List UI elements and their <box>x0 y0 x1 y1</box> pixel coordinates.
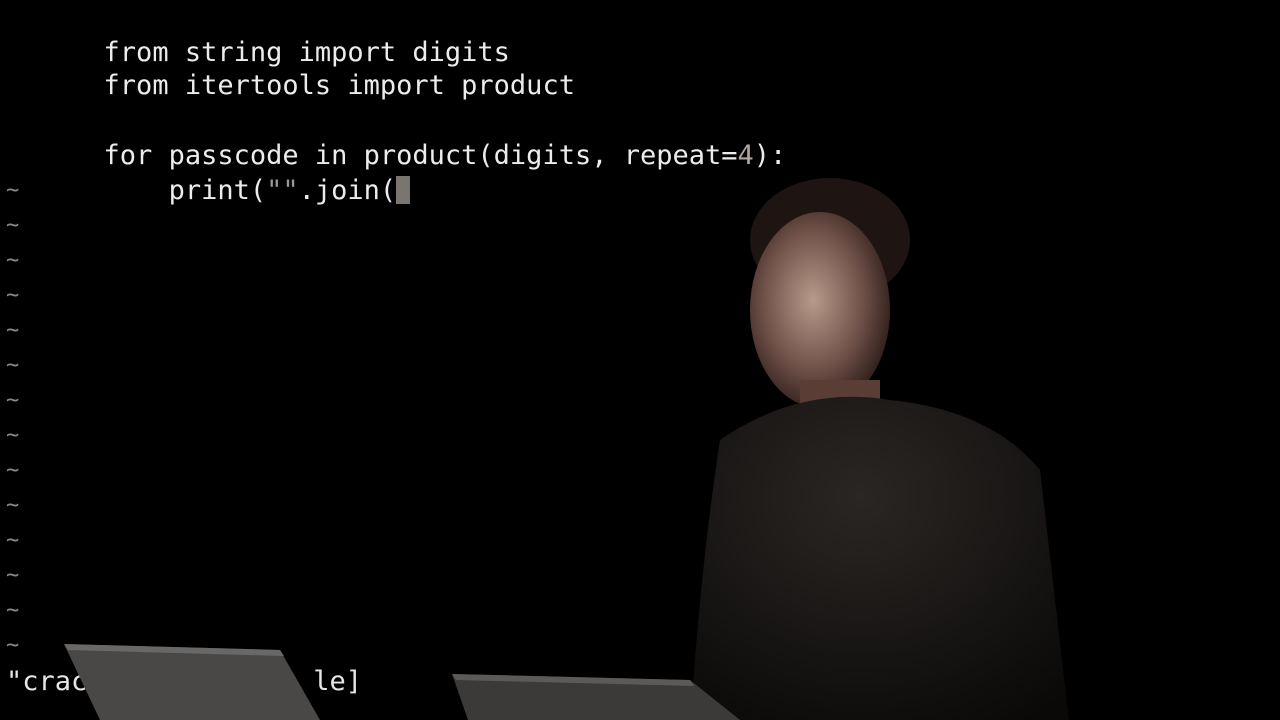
empty-line-tilde: ~ <box>6 283 20 308</box>
empty-line-tilde: ~ <box>6 248 20 273</box>
empty-line-tilde: ~ <box>6 353 20 378</box>
code-line-text: ): <box>753 140 787 171</box>
empty-line-tilde: ~ <box>6 318 20 343</box>
empty-line-tilde: ~ <box>6 423 20 448</box>
block-cursor-icon <box>396 176 411 204</box>
empty-line-tilde: ~ <box>6 528 20 553</box>
code-line-4[interactable]: for passcode in product(digits, repeat=4… <box>6 103 787 171</box>
empty-string: "" <box>266 175 299 206</box>
code-line-5[interactable]: print("".join( <box>6 138 411 206</box>
code-line-text: from itertools import product <box>103 70 575 101</box>
empty-line-tilde: ~ <box>6 563 20 588</box>
laptop-left <box>64 644 320 720</box>
code-line-1[interactable]: from string import digits <box>6 0 510 68</box>
empty-line-tilde: ~ <box>6 633 20 658</box>
code-line-2[interactable]: from itertools import product <box>6 33 575 101</box>
face <box>750 212 890 408</box>
code-line-text: .join( <box>298 175 397 206</box>
empty-line-tilde: ~ <box>6 598 20 623</box>
laptop-right <box>452 674 740 720</box>
terminal-screen: from string import digits from itertools… <box>0 0 1280 720</box>
presenter-photo <box>690 178 1069 720</box>
empty-line-tilde: ~ <box>6 458 20 483</box>
empty-line-tilde: ~ <box>6 388 20 413</box>
empty-line-tilde: ~ <box>6 213 20 238</box>
empty-line-tilde: ~ <box>6 178 20 203</box>
empty-line-tilde: ~ <box>6 493 20 518</box>
repeat-digit: 4 <box>737 140 754 171</box>
code-line-text: print( <box>168 175 267 206</box>
code-line-3[interactable] <box>6 68 104 103</box>
